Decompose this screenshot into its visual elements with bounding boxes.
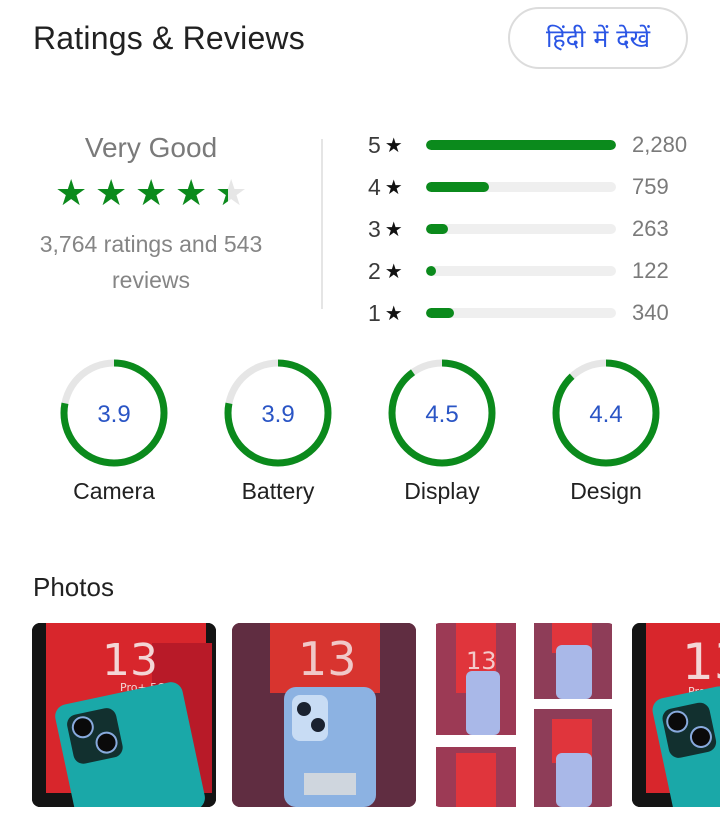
divider (321, 139, 323, 309)
aspect-rating-camera[interactable]: 3.9 Camera (32, 358, 196, 505)
star-icon: ★ ★ (175, 172, 208, 213)
distribution-count: 263 (632, 216, 669, 241)
distribution-row: 5 ★ 2,280 (368, 124, 708, 166)
gauge-ring: 3.9 (224, 359, 332, 467)
aspect-label: Design (570, 478, 642, 504)
aspect-label: Battery (241, 478, 315, 504)
aspect-label: Camera (73, 478, 155, 504)
star-icon: ★ (384, 134, 403, 157)
star-icon: ★ ★ (95, 172, 128, 213)
star-rating: ★★ ★★ ★★ ★★ ★★ (22, 172, 280, 216)
aspect-score: 3.9 (97, 401, 130, 428)
distribution-bar (426, 182, 616, 192)
star-icon: ★ (384, 218, 403, 241)
aspect-rating-design[interactable]: 4.4 Design (524, 358, 688, 505)
aspect-ratings: 3.9 Camera 3.9 Battery 4.5 Display 4.4 D… (32, 358, 692, 505)
distribution-bar (426, 266, 616, 276)
phone-box-photo: 13 Pro+ 5G (32, 623, 216, 807)
gauge-ring: 3.9 (60, 359, 168, 467)
aspect-score: 4.4 (589, 401, 622, 428)
star-level-label: 4 ★ (368, 173, 403, 200)
distribution-count: 122 (632, 258, 669, 283)
distribution-bar-fill (426, 266, 437, 276)
star-level-label: 2 ★ (368, 257, 403, 284)
phone-box-collage: 13 (432, 623, 616, 807)
gauge-ring: 4.4 (552, 359, 660, 467)
review-photo[interactable]: 13 (232, 623, 416, 807)
svg-text:13: 13 (298, 632, 357, 686)
aspect-rating-display[interactable]: 4.5 Display (360, 358, 524, 505)
distribution-bar-fill (426, 224, 448, 234)
review-photo[interactable]: 13 Pro+ 5G (32, 623, 216, 807)
distribution-count: 759 (632, 174, 669, 199)
photos-section-title: Photos (33, 572, 114, 602)
distribution-row: 4 ★ 759 (368, 166, 708, 208)
distribution-bar-fill (426, 182, 490, 192)
phone-box-photo: 13 Pro+ (632, 623, 720, 807)
star-icon: ★ ★ (55, 172, 88, 213)
distribution-row: 1 ★ 340 (368, 292, 708, 334)
rating-distribution: 5 ★ 2,280 4 ★ 759 3 ★ 263 2 ★ 122 1 ★ 340 (368, 124, 708, 334)
aspect-score: 3.9 (261, 401, 294, 428)
gauge-ring: 4.5 (388, 359, 496, 467)
aspect-rating-battery[interactable]: 3.9 Battery (196, 358, 360, 505)
phone-box-photo: 13 (232, 623, 416, 807)
distribution-row: 3 ★ 263 (368, 208, 708, 250)
distribution-count: 2,280 (632, 132, 688, 157)
view-in-hindi-button[interactable]: हिंदी में देखें (508, 7, 688, 69)
aspect-score: 4.5 (425, 401, 458, 428)
rating-label: Very Good (84, 132, 218, 163)
star-level-label: 5 ★ (368, 131, 403, 158)
rating-summary: Very Good ★★ ★★ ★★ ★★ ★★ 3,764 ratings a… (22, 128, 280, 298)
star-icon: ★ (384, 302, 403, 325)
star-icon: ★ (384, 260, 403, 283)
distribution-bar (426, 224, 616, 234)
distribution-bar (426, 308, 616, 318)
star-icon: ★ (384, 176, 403, 199)
ratings-reviews-count: 3,764 ratings and 543 reviews (39, 231, 263, 293)
star-level-label: 1 ★ (368, 299, 403, 326)
distribution-bar-fill (426, 308, 455, 318)
review-photo[interactable]: 13 Pro+ (632, 623, 720, 807)
star-level-label: 3 ★ (368, 215, 403, 242)
svg-text:13: 13 (466, 647, 497, 675)
svg-text:13: 13 (102, 635, 158, 686)
svg-text:13: 13 (682, 633, 720, 691)
aspect-label: Display (404, 478, 480, 504)
distribution-bar (426, 140, 616, 150)
section-title: Ratings & Reviews (33, 20, 305, 56)
distribution-row: 2 ★ 122 (368, 250, 708, 292)
star-icon: ★ ★ (135, 172, 168, 213)
star-half-icon: ★★ (215, 172, 248, 213)
distribution-bar-fill (426, 140, 616, 150)
distribution-count: 340 (632, 300, 669, 325)
review-photo[interactable]: 13 (432, 623, 616, 807)
